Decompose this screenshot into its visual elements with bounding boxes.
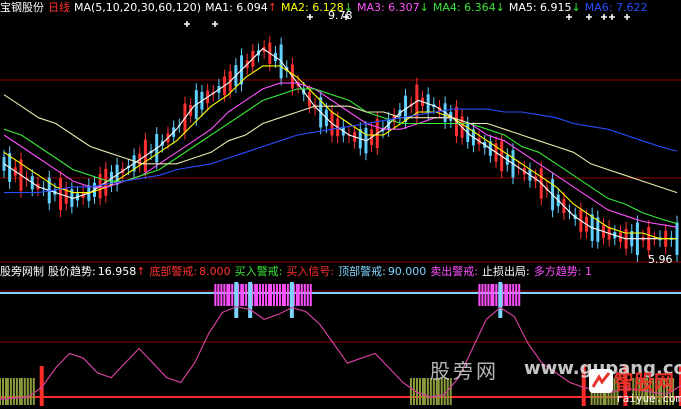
top-warning-bar — [234, 282, 239, 318]
stock-name[interactable]: 宝钢股份 — [0, 1, 44, 14]
logo-mark-icon — [589, 369, 613, 393]
period-label[interactable]: 日线 — [48, 1, 70, 14]
grid-lines — [0, 79, 681, 343]
ma1-value: MA1: 6.094 — [205, 1, 268, 14]
trend-arrow-icon: ↑ — [136, 265, 146, 278]
bull-trend-label: 多方趋势: 1 — [533, 265, 592, 278]
signal-markers — [184, 14, 630, 27]
moving-average-lines — [3, 47, 678, 240]
ma2-value: MA2: 6.128 — [281, 1, 344, 14]
ma-line-ma1 — [3, 47, 677, 240]
ma3-arrow-icon: ↓ — [419, 1, 429, 14]
ma4-arrow-icon: ↓ — [495, 1, 505, 14]
signal-marker-icon — [212, 21, 218, 27]
logo: 智股网 raiyue.com — [588, 366, 681, 409]
ma2-arrow-icon: ↓ — [343, 1, 353, 14]
stop-loss-label: 止损出局: — [482, 265, 530, 278]
signal-marker-icon — [184, 21, 190, 27]
top-warning-bar — [248, 282, 253, 318]
signal-marker-icon — [307, 14, 313, 20]
bottom-warning-value: 8.000 — [199, 265, 231, 278]
ma3-value: MA3: 6.307 — [356, 1, 420, 14]
logo-text: 智股网 — [614, 370, 674, 394]
ma-line-ma4 — [3, 88, 678, 225]
bottom-warning-label: 底部警戒: — [149, 265, 198, 278]
trend-indicator-panel — [0, 282, 681, 406]
trend-value: 16.958 — [97, 265, 137, 278]
watermark-site-name: 股旁网 — [430, 359, 499, 383]
sell-warning-label: 卖出警戒: — [430, 265, 479, 278]
ma5-value: MA5: 6.915 — [508, 1, 572, 14]
signal-marker-icon — [609, 14, 615, 20]
candlestick-series — [2, 35, 679, 262]
ma-definition: MA(5,10,20,30,60,120) — [74, 1, 202, 14]
indicator-header: 股旁网制 股价趋势: 16.958↑ 底部警戒: 8.000 买入警戒: 买入信号: 顶部警戒… — [0, 265, 596, 278]
ma-line-ma2 — [3, 65, 677, 240]
top-warning-value: 90.000 — [387, 265, 427, 278]
signal-marker-icon — [586, 14, 592, 20]
top-warning-label: 顶部警戒: — [338, 265, 386, 278]
ma1-arrow-icon: ↑ — [267, 1, 278, 14]
ma6-value: MA6: 7.622 — [584, 1, 648, 14]
top-warning-bar — [289, 282, 294, 318]
kline-chart[interactable]: 9.78 5.96 — [0, 0, 681, 409]
signal-marker-icon — [624, 14, 630, 20]
signal-marker-icon — [601, 14, 607, 20]
top-warning-bar — [498, 282, 503, 318]
low-price-label: 5.96 — [648, 253, 673, 266]
trend-line — [0, 306, 681, 400]
buy-signal-label: 买入信号: — [286, 265, 335, 278]
main-chart-header: 宝钢股份 日线 MA(5,10,20,30,60,120) MA1: 6.094↑ MA… — [0, 1, 651, 14]
buy-warning-label: 买入警戒: — [234, 265, 283, 278]
ma4-value: MA4: 6.364 — [432, 1, 496, 14]
signal-marker-icon — [566, 14, 572, 20]
logo-url: raiyue.com — [616, 392, 681, 405]
indicator-name[interactable]: 股旁网制 — [0, 265, 44, 278]
trend-label: 股价趋势: — [48, 265, 96, 278]
ma5-arrow-icon: ↓ — [571, 1, 581, 14]
